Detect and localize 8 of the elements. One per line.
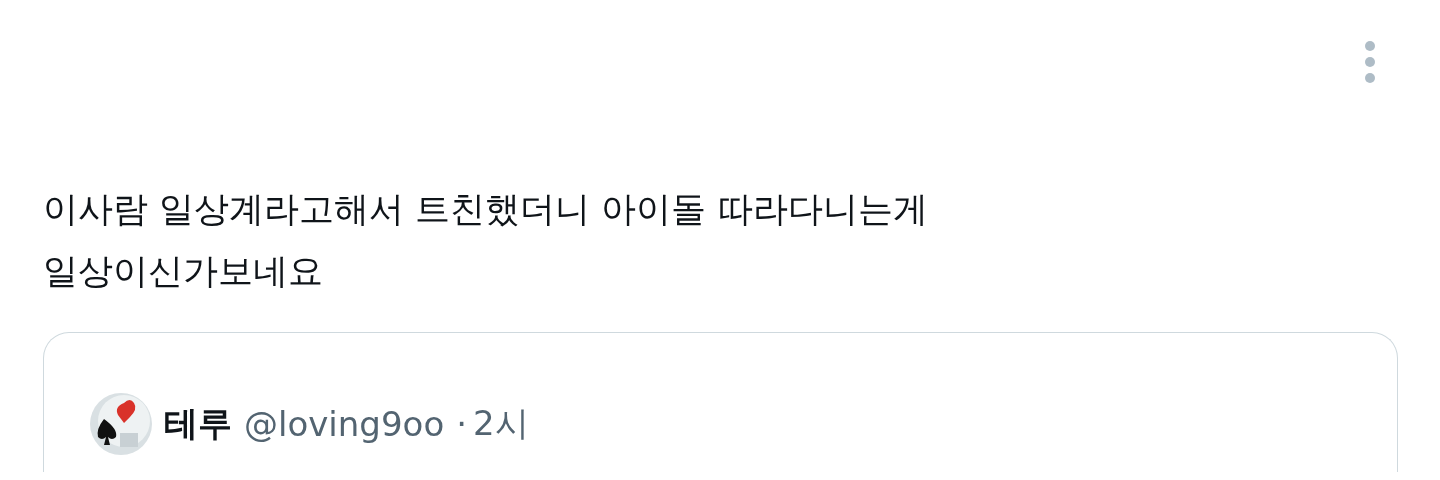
more-icon[interactable] bbox=[1362, 40, 1378, 84]
quoted-tweet-card[interactable]: 테루 @loving9oo · 2시 bbox=[43, 332, 1398, 472]
separator-dot: · bbox=[456, 403, 467, 444]
author-handle[interactable]: @loving9oo bbox=[244, 403, 445, 444]
tweet-text: 일상이신가보네요 bbox=[43, 250, 324, 293]
tweet-text: 이사람 일상계라고해서 트친했더니 아이돌 따라다니는게 bbox=[43, 188, 929, 231]
author-name[interactable]: 테루 bbox=[164, 400, 232, 447]
post-time[interactable]: 2시 bbox=[473, 400, 529, 447]
